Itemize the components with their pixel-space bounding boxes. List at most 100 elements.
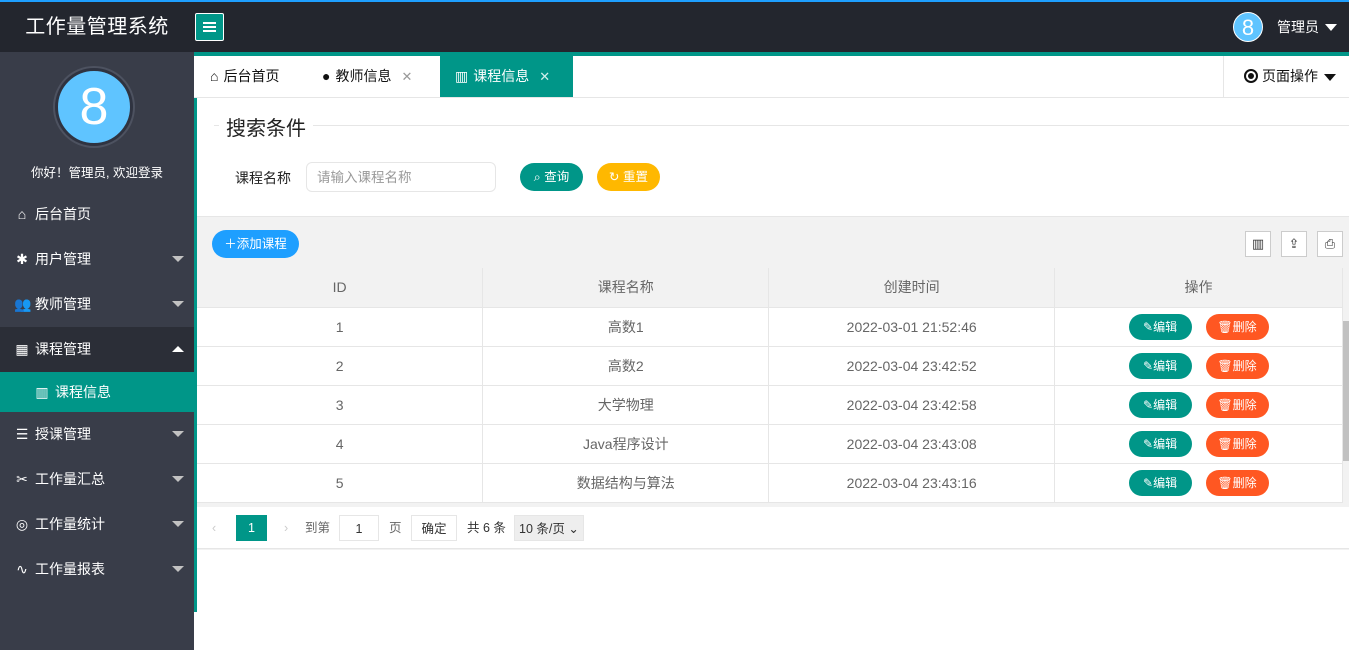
sidebar-item-teachers[interactable]: 👥 教师管理 [0,282,194,327]
add-course-button[interactable]: ＋添加课程 [212,230,299,258]
user-menu[interactable]: 8 管理员 [1233,2,1337,52]
column-header-name[interactable]: 课程名称 [482,268,770,308]
pencil-icon: ✎ [1143,436,1154,451]
table-scrollbar[interactable] [1343,307,1349,507]
columns-filter-icon[interactable]: ▥ [1245,231,1271,257]
edit-button[interactable]: ✎编辑 [1128,430,1192,457]
sidebar: 8 你好！管理员, 欢迎登录 ⌂ 后台首页 ✱ 用户管理 👥 教师管理 ▦ 课程管理 ▥… [0,52,194,650]
table-container: ＋添加课程 ▥ ⇪ ⎙ ID 课程名称 创建时间 操作 1 高数1 2022-0… [197,216,1349,550]
cell-name: 大学物理 [482,385,770,425]
print-icon[interactable]: ⎙ [1317,231,1343,257]
sidebar-avatar: 8 [55,68,133,146]
delete-button[interactable]: 🗑删除 [1205,352,1269,379]
course-name-input[interactable] [306,162,496,192]
goto-label: 到第 [305,521,331,535]
edit-button[interactable]: ✎编辑 [1128,352,1192,379]
list-icon: ☰ [15,426,29,442]
sidebar-subitem-course-info[interactable]: ▥ 课程信息 [0,372,194,412]
apps-icon: ▦ [15,341,29,357]
gear-icon: ✱ [16,251,28,267]
avatar: 8 [1233,12,1263,42]
trash-icon: 🗑 [1217,319,1233,334]
trash-icon: 🗑 [1217,358,1233,373]
user-name: 管理员 [1277,19,1319,35]
sidebar-nav: ⌂ 后台首页 ✱ 用户管理 👥 教师管理 ▦ 课程管理 ▥ 课程信息 ☰ 授课管理 ✂ 工作量… [0,192,194,592]
close-icon[interactable]: ✕ [539,69,550,84]
trash-icon: 🗑 [1217,397,1233,412]
current-page-button[interactable]: 1 [236,515,267,541]
reset-button[interactable]: ↻ 重置 [597,163,660,191]
delete-label: 删除 [1232,475,1257,490]
column-header-id[interactable]: ID [197,268,484,308]
edit-label: 编辑 [1153,436,1178,451]
cell-name: Java程序设计 [482,424,770,464]
goto-confirm-button[interactable]: 确定 [411,515,457,541]
export-icon[interactable]: ⇪ [1281,231,1307,257]
pencil-icon: ✎ [1143,397,1154,412]
home-icon: ⌂ [210,68,219,84]
tab-course-info[interactable]: ▥ 课程信息 ✕ [440,56,573,97]
top-header: 工作量管理系统 8 管理员 [0,2,1349,52]
delete-button[interactable]: 🗑删除 [1205,430,1269,457]
page-number-input[interactable]: 1 [339,515,379,541]
page-size-select[interactable]: 10 条/页 ⌄ [514,515,584,541]
sidebar-item-label: 用户管理 [35,251,91,267]
menu-toggle-button[interactable] [195,13,224,41]
tab-label: 课程信息 [473,68,530,84]
next-page-icon[interactable]: › [284,515,288,541]
sidebar-item-teaching[interactable]: ☰ 授课管理 [0,412,194,457]
column-header-time[interactable]: 创建时间 [768,268,1056,308]
total-count: 共 6 条 [467,521,506,535]
table-row[interactable]: 5 数据结构与算法 2022-03-04 23:43:16 ✎编辑 🗑删除 [197,463,1343,503]
delete-button[interactable]: 🗑删除 [1205,391,1269,418]
table-row[interactable]: 1 高数1 2022-03-01 21:52:46 ✎编辑 🗑删除 [197,307,1343,347]
delete-button[interactable]: 🗑删除 [1205,469,1269,496]
cell-time: 2022-03-04 23:42:58 [768,385,1056,425]
edit-button[interactable]: ✎编辑 [1128,313,1192,340]
table-header-row: ID 课程名称 创建时间 操作 [197,268,1343,308]
main-content: ⌂后台首页 ●教师信息✕ ▥课程信息✕ 页面操作 搜索条件 课程名称 ⌕ 查询 … [194,52,1349,650]
table-row[interactable]: 2 高数2 2022-03-04 23:42:52 ✎编辑 🗑删除 [197,346,1343,386]
chevron-down-icon [1324,73,1336,81]
edit-button[interactable]: ✎编辑 [1128,391,1192,418]
sidebar-item-workload-stats[interactable]: ◎ 工作量统计 [0,502,194,547]
sidebar-item-workload-report[interactable]: ∿ 工作量报表 [0,547,194,592]
scrollbar-thumb[interactable] [1343,321,1349,461]
tab-teacher-info[interactable]: ● 教师信息 ✕ [322,56,412,97]
delete-button[interactable]: 🗑删除 [1205,313,1269,340]
sidebar-item-courses[interactable]: ▦ 课程管理 [0,327,194,372]
search-fieldset-line [214,125,1349,126]
prev-page-icon[interactable]: ‹ [212,515,216,541]
tab-home[interactable]: ⌂ 后台首页 [210,56,279,97]
sidebar-item-home[interactable]: ⌂ 后台首页 [0,192,194,237]
edit-button[interactable]: ✎编辑 [1128,469,1192,496]
plus-icon: ＋ [224,237,237,251]
table-row[interactable]: 3 大学物理 2022-03-04 23:42:58 ✎编辑 🗑删除 [197,385,1343,425]
page-operations-dropdown[interactable]: 页面操作 [1223,56,1349,97]
sidebar-item-workload-summary[interactable]: ✂ 工作量汇总 [0,457,194,502]
refresh-icon: ↻ [609,170,620,184]
cell-time: 2022-03-04 23:43:16 [768,463,1056,503]
chevron-down-icon [172,566,184,572]
course-table: ID 课程名称 创建时间 操作 1 高数1 2022-03-01 21:52:4… [197,268,1343,503]
chevron-down-icon [1325,23,1337,31]
delete-label: 删除 [1232,436,1257,451]
chevron-down-icon: ⌄ [568,522,579,536]
sidebar-item-users[interactable]: ✱ 用户管理 [0,237,194,282]
delete-label: 删除 [1232,358,1257,373]
table-row[interactable]: 4 Java程序设计 2022-03-04 23:43:08 ✎编辑 🗑删除 [197,424,1343,464]
cell-actions: ✎编辑 🗑删除 [1054,307,1343,347]
close-icon[interactable]: ✕ [401,69,412,84]
app-title: 工作量管理系统 [25,16,169,38]
pencil-icon: ✎ [1143,475,1154,490]
sidebar-item-label: 后台首页 [35,206,91,222]
query-button[interactable]: ⌕ 查询 [520,163,583,191]
cell-actions: ✎编辑 🗑删除 [1054,346,1343,386]
cell-actions: ✎编辑 🗑删除 [1054,463,1343,503]
sidebar-subitem-label: 课程信息 [55,384,111,400]
book-icon: ▥ [35,384,49,400]
cell-name: 高数2 [482,346,770,386]
cell-name: 高数1 [482,307,770,347]
tab-label: 教师信息 [335,68,392,84]
page-unit-label: 页 [389,521,402,535]
